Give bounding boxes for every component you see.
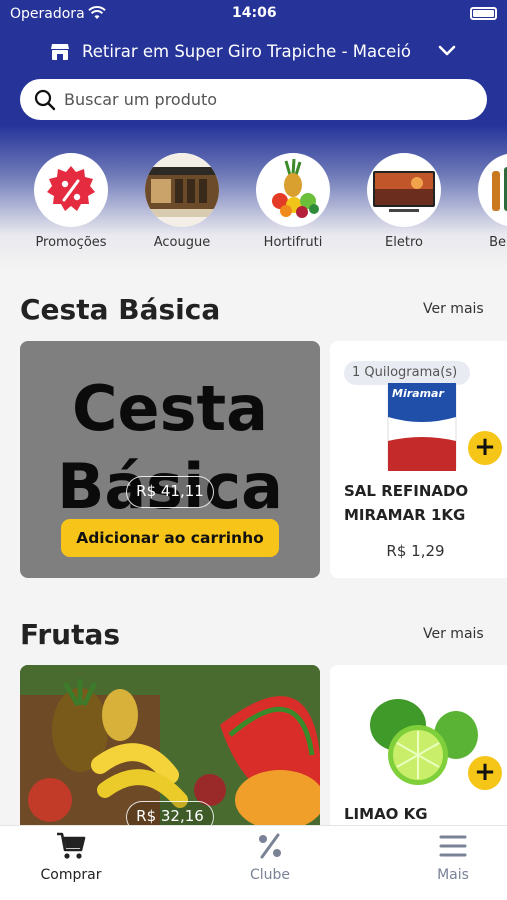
wifi-icon xyxy=(88,5,106,25)
tab-label: Clube xyxy=(249,867,291,883)
tab-label: Comprar xyxy=(40,867,102,883)
see-more-link[interactable]: Ver mais xyxy=(423,626,484,642)
bottom-tab-bar: Comprar Clube Mais xyxy=(0,825,507,900)
category-acougue[interactable]: Acougue xyxy=(127,153,237,250)
category-hortifruti[interactable]: Hortifruti xyxy=(238,153,348,250)
pickup-label: Retirar em Super Giro Trapiche - Maceió xyxy=(82,42,412,61)
section-title-cesta-basica: Cesta Básica xyxy=(20,293,221,326)
section-title-frutas: Frutas xyxy=(20,618,121,651)
tab-label: Mais xyxy=(437,867,469,883)
frutas-banner[interactable]: R$ 32,16 xyxy=(20,665,320,825)
butcher-shop-image xyxy=(145,153,219,227)
cart-icon xyxy=(56,832,86,860)
quantity-tag: 1 Quilograma(s) xyxy=(344,361,470,385)
product-price: R$ 1,29 xyxy=(386,542,445,560)
fruits-vegetables-image xyxy=(256,153,330,227)
category-eletro[interactable]: Eletro xyxy=(349,153,459,250)
cesta-basica-banner[interactable]: Cesta Básica R$ 41,11 Adicionar ao carri… xyxy=(20,341,320,578)
banner-price: R$ 32,16 xyxy=(126,801,214,825)
category-label: Bebidas xyxy=(489,235,507,250)
banner-price: R$ 41,11 xyxy=(126,476,214,508)
product-name: LIMAO KG xyxy=(344,805,428,823)
menu-icon xyxy=(438,832,468,860)
tab-comprar[interactable]: Comprar xyxy=(16,832,126,883)
category-promocoes[interactable]: Promoções xyxy=(16,153,126,250)
carrier-label: Operadora xyxy=(10,6,85,22)
battery-icon xyxy=(470,7,497,20)
category-label: Eletro xyxy=(385,235,423,250)
product-card-limao[interactable]: LIMAO KG xyxy=(330,665,507,825)
search-icon xyxy=(34,89,56,115)
product-image-limes xyxy=(368,695,478,791)
status-bar: Operadora 14:06 xyxy=(0,0,507,28)
chevron-down-icon xyxy=(437,43,457,63)
banner-text-line1: Cesta xyxy=(72,372,268,445)
search-input[interactable] xyxy=(64,84,464,114)
pickup-store-selector[interactable]: Retirar em Super Giro Trapiche - Maceió xyxy=(0,38,507,68)
search-bar[interactable] xyxy=(20,79,487,120)
category-bebidas[interactable]: Bebidas xyxy=(460,153,507,250)
percent-icon xyxy=(255,832,285,860)
category-label: Acougue xyxy=(153,235,211,250)
category-carousel[interactable]: Promoções Acougue Hortifruti Eletro Be xyxy=(0,153,507,253)
store-icon xyxy=(50,43,70,65)
add-item-plus-button[interactable]: + xyxy=(468,756,502,790)
add-item-plus-button[interactable]: + xyxy=(468,431,502,465)
category-label: Hortifruti xyxy=(263,235,323,250)
category-label: Promoções xyxy=(35,235,107,250)
see-more-link[interactable]: Ver mais xyxy=(423,301,484,317)
product-brand: Miramar xyxy=(392,387,444,400)
television-image xyxy=(367,153,441,227)
product-name: SAL REFINADO MIRAMAR 1KG xyxy=(344,482,469,524)
tab-clube[interactable]: Clube xyxy=(215,832,325,883)
percent-badge-icon xyxy=(34,153,108,227)
add-to-cart-button[interactable]: Adicionar ao carrinho xyxy=(61,519,279,557)
tab-mais[interactable]: Mais xyxy=(398,832,507,883)
clock: 14:06 xyxy=(232,5,277,21)
bottles-image xyxy=(478,153,507,227)
